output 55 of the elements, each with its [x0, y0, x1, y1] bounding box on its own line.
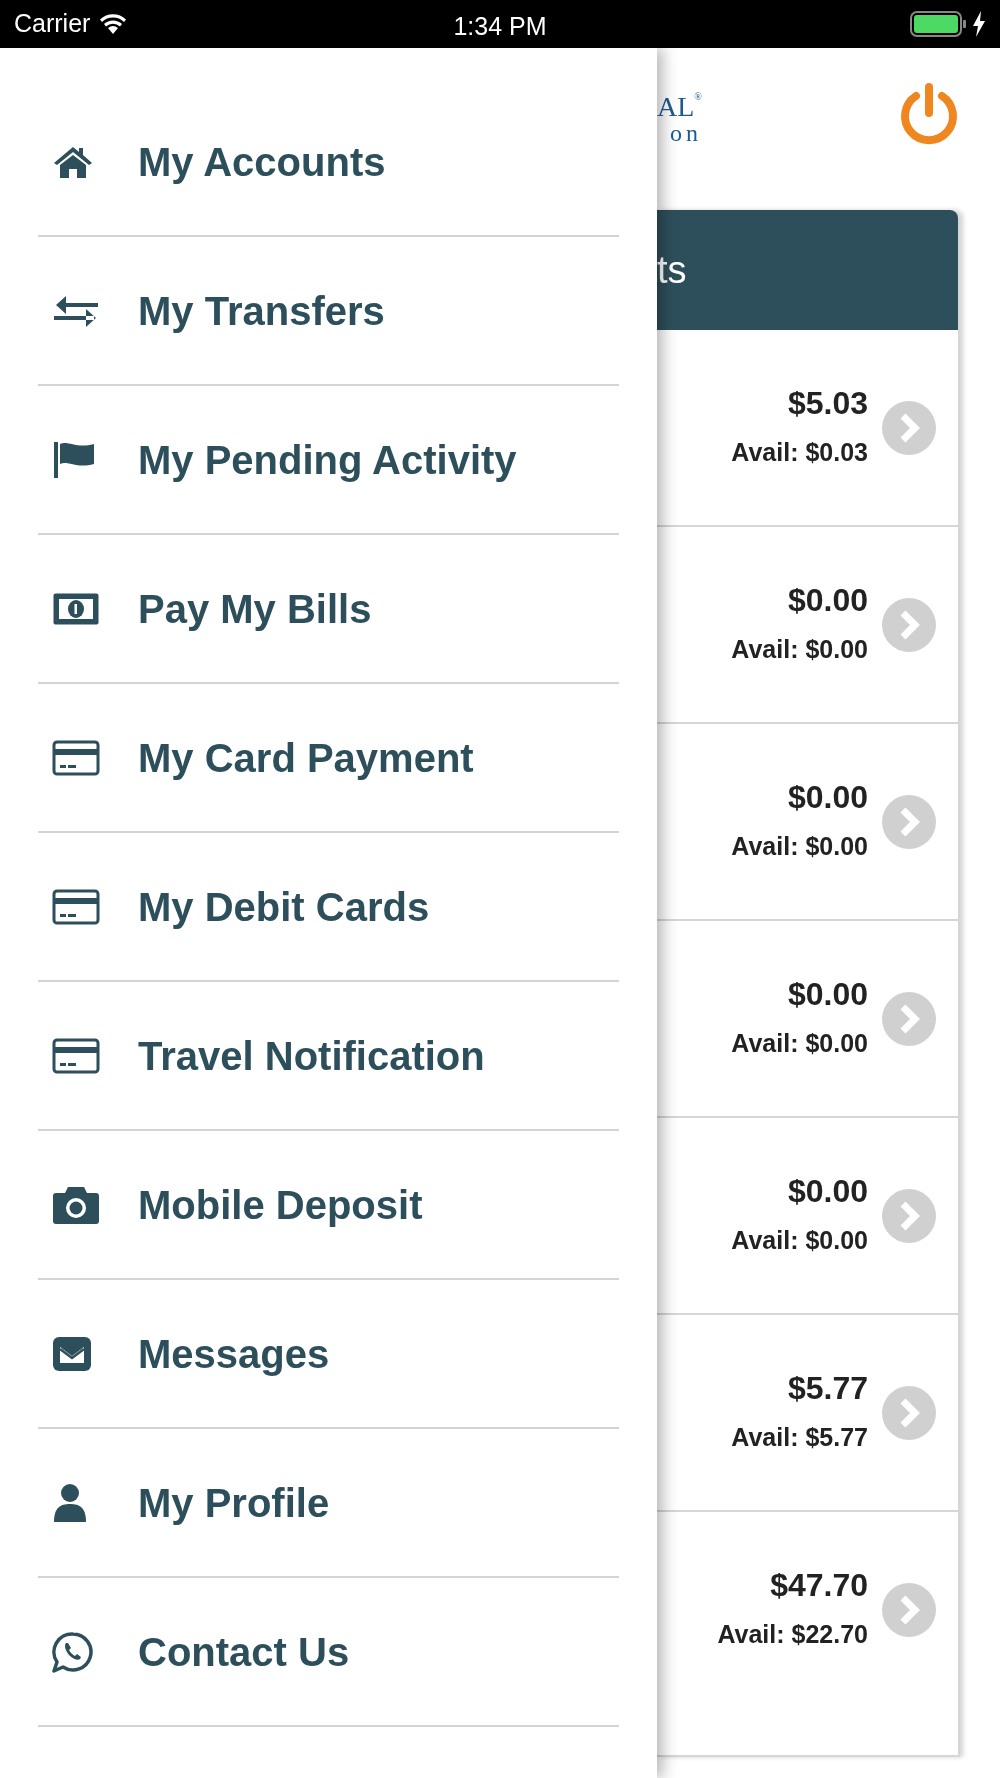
available-balance: Avail: $0.00 [731, 1027, 868, 1059]
charging-icon [972, 11, 986, 37]
balance-amount: $5.03 [786, 383, 868, 422]
battery-icon [910, 11, 968, 37]
available-balance: Avail: $5.77 [731, 1421, 868, 1453]
menu-item[interactable]: Messages [38, 1280, 619, 1429]
camera-icon [52, 1184, 100, 1225]
menu-item[interactable]: My Card Payment [38, 684, 619, 833]
menu-item[interactable]: My Pending Activity [38, 386, 619, 535]
available-balance: Avail: $0.00 [731, 830, 868, 862]
balance-amount: $0.00 [786, 580, 868, 619]
carrier-name: Carrier [14, 8, 91, 40]
menu-item[interactable]: My Accounts [38, 88, 619, 237]
chevron-icon[interactable] [882, 597, 936, 652]
menu-item[interactable]: Pay My Bills [38, 535, 619, 684]
balance-amount: $47.70 [769, 1565, 868, 1604]
account-row[interactable]: $0.00 Avail: $0.00 [657, 527, 958, 724]
menu-item[interactable]: Travel Notification [38, 982, 619, 1131]
available-balance: Avail: $0.00 [731, 633, 868, 665]
wifi-icon [98, 13, 129, 35]
chevron-icon[interactable] [882, 1582, 936, 1637]
credit-card-icon [52, 888, 100, 925]
account-row[interactable]: $0.00 Avail: $0.00 [657, 1118, 958, 1315]
account-row[interactable]: $5.77 Avail: $5.77 [657, 1315, 958, 1512]
menu-item[interactable]: My Debit Cards [38, 833, 619, 982]
chevron-icon[interactable] [882, 400, 936, 455]
menu-item[interactable]: Contact Us [38, 1578, 619, 1727]
balance-amount: $0.00 [786, 777, 868, 816]
account-row[interactable]: $0.00 Avail: $0.00 [657, 724, 958, 921]
account-row[interactable]: $0.00 Avail: $0.00 [657, 921, 958, 1118]
envelope-icon [52, 1335, 92, 1372]
chevron-icon[interactable] [882, 1188, 936, 1243]
credit-card-icon [52, 739, 100, 776]
logo-text: AL$^{®}$ on [657, 93, 702, 145]
available-balance: Avail: $0.03 [731, 436, 868, 468]
balance-amount: $0.00 [786, 1171, 868, 1210]
account-row[interactable]: $5.03 Avail: $0.03 [657, 330, 958, 527]
banknote-icon [52, 591, 100, 626]
menu-item[interactable]: Mobile Deposit [38, 1131, 619, 1280]
balance-amount: $0.00 [786, 974, 868, 1013]
phone-bubble-icon [52, 1630, 94, 1673]
menu-item[interactable]: My Profile [38, 1429, 619, 1578]
chevron-icon[interactable] [882, 1385, 936, 1440]
balance-amount: $5.77 [786, 1368, 868, 1407]
account-row[interactable]: $47.70 Avail: $22.70 [657, 1512, 958, 1757]
menu-item[interactable]: My Transfers [38, 237, 619, 386]
chevron-icon[interactable] [882, 991, 936, 1046]
available-balance: Avail: $0.00 [731, 1224, 868, 1256]
clock-time: 1:34 PM [453, 12, 547, 40]
header-title: ts [657, 247, 687, 293]
credit-card-icon [52, 1037, 100, 1074]
person-icon [52, 1482, 88, 1523]
available-balance: Avail: $22.70 [717, 1618, 868, 1650]
flag-icon [52, 439, 96, 480]
chevron-icon[interactable] [882, 794, 936, 849]
